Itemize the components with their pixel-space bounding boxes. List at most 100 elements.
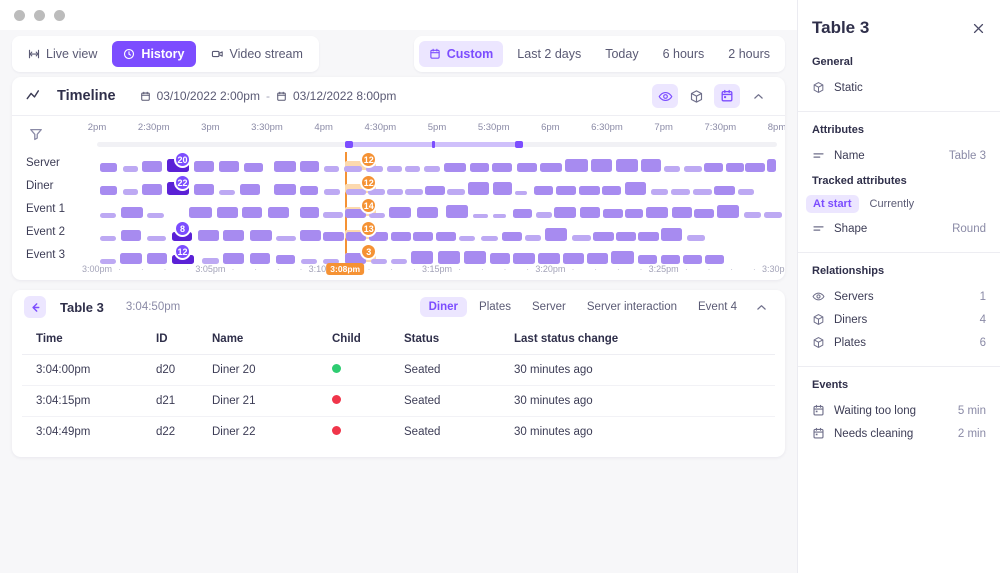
column-header[interactable]: Name	[198, 324, 318, 355]
timeline-bar[interactable]	[435, 232, 457, 241]
timeline-bar[interactable]	[704, 163, 724, 172]
timeline-bar[interactable]	[322, 212, 344, 218]
timeline-bar[interactable]	[444, 163, 467, 172]
table-row[interactable]: 3:04:15pm d21 Diner 21 Seated 30 minutes ago	[22, 385, 775, 417]
timeline-bar[interactable]	[438, 251, 461, 264]
timeline-bar[interactable]	[424, 166, 441, 172]
column-header[interactable]: Last status change	[500, 324, 775, 355]
timeline-bar[interactable]	[223, 230, 244, 241]
timeline-bar[interactable]	[704, 255, 724, 264]
window-dot-minimize[interactable]	[34, 9, 45, 21]
timeline-bar[interactable]	[590, 159, 613, 172]
lane-track[interactable]: 8 13	[97, 220, 777, 244]
timeline-bar[interactable]	[638, 232, 659, 241]
timeline-bar[interactable]	[447, 189, 465, 195]
range-6-hours[interactable]: 6 hours	[653, 41, 715, 67]
panel-relationship-row-servers[interactable]: Servers 1	[812, 285, 986, 308]
timeline-bar[interactable]	[405, 166, 420, 172]
timeline-bar[interactable]	[661, 255, 681, 264]
timeline-bar[interactable]	[524, 235, 542, 241]
timeline-bar[interactable]	[445, 205, 468, 218]
tab-server[interactable]: Server	[523, 297, 575, 317]
timeline-bar[interactable]	[615, 232, 637, 241]
mode-video-stream[interactable]: Video stream	[200, 41, 314, 67]
timeline-bar[interactable]	[692, 189, 712, 195]
timeline-bar[interactable]	[493, 182, 513, 195]
timeline-bar[interactable]	[737, 189, 754, 195]
timeline-bar[interactable]	[300, 186, 318, 195]
timeline-bar[interactable]	[513, 209, 533, 218]
timeline-bar[interactable]	[490, 253, 511, 264]
timeline-bar[interactable]	[273, 184, 296, 195]
timeline-bar[interactable]	[469, 163, 489, 172]
panel-relationship-row-diners[interactable]: Diners 4	[812, 308, 986, 331]
timeline-bar[interactable]	[646, 207, 669, 218]
timeline-body[interactable]: 2pm 2:30pm 3pm 3:30pm 4pm 4:30pm 5pm 5:30pm 6pm 6…	[12, 115, 785, 280]
timeline-bar[interactable]	[641, 159, 662, 172]
timeline-bar[interactable]	[611, 251, 635, 264]
timeline-bar[interactable]	[764, 212, 782, 218]
timeline-bar[interactable]	[492, 214, 507, 218]
timeline-bar[interactable]	[147, 213, 164, 218]
range-today[interactable]: Today	[595, 41, 648, 67]
timeline-bar[interactable]	[650, 189, 669, 195]
column-header[interactable]: Status	[390, 324, 500, 355]
timeline-bar[interactable]	[660, 228, 683, 241]
lane-track[interactable]: 22 12	[97, 174, 777, 198]
timeline-bar[interactable]	[513, 253, 535, 264]
scrubber-handle-mid[interactable]	[432, 141, 436, 148]
timeline-bar[interactable]	[120, 207, 143, 218]
range-last-2-days[interactable]: Last 2 days	[507, 41, 591, 67]
timeline-bar[interactable]	[464, 251, 486, 264]
timeline-bar[interactable]	[120, 230, 142, 241]
timeline-scrubber[interactable]	[97, 141, 777, 148]
timeline-bar[interactable]	[535, 212, 552, 218]
tab-server-interaction[interactable]: Server interaction	[578, 297, 686, 317]
filter-icon[interactable]	[26, 124, 46, 144]
timeline-lane[interactable]: Event 1 1414	[12, 197, 785, 221]
timeline-bar[interactable]	[223, 253, 244, 264]
timeline-bar[interactable]	[714, 186, 735, 195]
timeline-bar[interactable]	[480, 236, 499, 241]
timeline-bar[interactable]	[239, 184, 261, 195]
timeline-lane[interactable]: Event 2 8 13	[12, 220, 785, 244]
mode-history[interactable]: History	[112, 40, 196, 67]
timeline-bar[interactable]	[473, 214, 488, 218]
lane-track[interactable]: 1414	[97, 197, 782, 221]
timeline-bar[interactable]	[300, 161, 320, 172]
tab-event-4[interactable]: Event 4	[689, 297, 746, 317]
timeline-bar[interactable]	[545, 228, 567, 241]
timeline-bar[interactable]	[389, 207, 412, 218]
timeline-bar[interactable]	[556, 186, 577, 195]
column-header[interactable]: ID	[142, 324, 198, 355]
timeline-bar[interactable]	[141, 161, 163, 172]
timeline-bar[interactable]	[300, 230, 321, 241]
table-row[interactable]: 3:04:49pm d22 Diner 22 Seated 30 minutes ago	[22, 417, 775, 448]
scrubber-handle-right[interactable]	[514, 141, 523, 148]
timeline-bar[interactable]	[683, 166, 702, 172]
timeline-bar[interactable]	[369, 213, 386, 218]
timeline-bar[interactable]	[324, 166, 340, 172]
window-dot-maximize[interactable]	[54, 9, 65, 21]
timeline-bar[interactable]	[122, 189, 138, 195]
timeline-bar[interactable]	[390, 232, 412, 241]
timeline-bar[interactable]	[218, 161, 240, 172]
timeline-bar[interactable]	[324, 189, 341, 195]
timeline-bar[interactable]	[99, 186, 118, 195]
pill-at-start[interactable]: At start	[806, 195, 859, 213]
timeline-bar[interactable]	[687, 235, 705, 241]
timeline-bar[interactable]	[188, 207, 212, 218]
timeline-lane[interactable]: Server 20 12	[12, 151, 785, 175]
tab-plates[interactable]: Plates	[470, 297, 520, 317]
timeline-bar[interactable]	[571, 235, 591, 241]
timeline-bar[interactable]	[405, 189, 423, 195]
timeline-bar[interactable]	[250, 253, 271, 264]
timeline-bar[interactable]	[540, 163, 563, 172]
timeline-bar[interactable]	[122, 166, 138, 172]
chevron-up-icon[interactable]	[745, 84, 771, 108]
timeline-bar[interactable]	[579, 186, 600, 195]
mode-live-view[interactable]: Live view	[17, 41, 108, 67]
timeline-lane[interactable]: Diner 22 12	[12, 174, 785, 198]
close-icon[interactable]	[971, 21, 986, 36]
timeline-bar[interactable]	[343, 166, 362, 172]
